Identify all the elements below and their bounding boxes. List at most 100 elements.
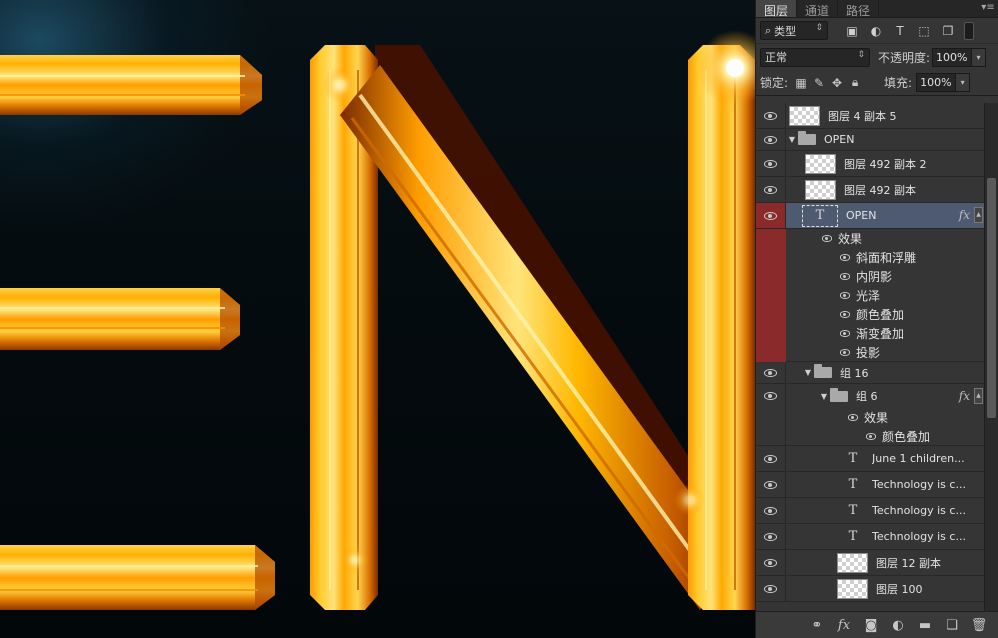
effects-collapse-icon[interactable]: ▲ [974,207,983,223]
eye-icon[interactable] [840,348,850,356]
add-style-fx-icon[interactable]: fx [834,616,854,634]
opacity-input[interactable]: 100% [932,47,973,67]
text-layer-row-selected[interactable]: T OPEN fx ▲ [756,203,984,229]
add-mask-icon[interactable]: ◙ [861,616,881,634]
scrollbar-thumb[interactable] [987,178,996,418]
fill-input[interactable]: 100% [916,73,957,92]
layer-thumbnail [789,105,820,126]
eye-icon [764,480,777,489]
visibility-toggle[interactable] [756,576,786,601]
filter-kind-select[interactable]: ⌕ 类型 ⇕ [760,21,828,40]
opacity-dropdown-icon[interactable]: ▾ [972,47,987,67]
fx-icon[interactable]: fx [959,208,970,222]
effects-collapse-icon[interactable]: ▲ [974,388,983,404]
lock-all-icon[interactable]: 🔒︎ [846,74,864,92]
fx-icon[interactable]: fx [959,389,970,403]
layer-name: Technology is c... [872,478,966,491]
opacity-label: 不透明度: [878,50,931,65]
visibility-toggle[interactable] [756,446,786,471]
layer-row[interactable]: 图层 12 副本 [756,550,984,576]
effect-item[interactable]: 光泽 [756,286,984,305]
tab-paths[interactable]: 路径 [838,0,880,18]
visibility-toggle[interactable] [756,384,786,408]
layer-row[interactable]: 图层 492 副本 2 [756,151,984,177]
eye-icon[interactable] [840,273,850,280]
lock-pixels-icon[interactable]: ✎ [810,74,828,92]
visibility-toggle[interactable] [756,177,786,202]
eye-icon[interactable] [822,235,832,242]
trash-icon[interactable]: 🗑︎ [969,616,989,634]
type-filter-icon[interactable]: T [890,22,910,40]
visibility-toggle[interactable] [756,151,786,176]
group-row[interactable]: ▼ 组 16 [756,362,984,384]
canvas-artwork [0,30,755,610]
text-layer-row[interactable]: T Technology is c... [756,498,984,524]
layer-name: OPEN [846,209,877,222]
expand-triangle-icon[interactable]: ▼ [818,392,830,401]
new-layer-icon[interactable]: ❏ [942,616,962,634]
layer-thumbnail [805,153,836,174]
fill-dropdown-icon[interactable]: ▾ [956,73,971,92]
eye-icon[interactable] [866,432,876,440]
effects-header-label: 效果 [864,411,889,425]
tab-channels[interactable]: 通道 [797,0,839,18]
visibility-toggle[interactable] [756,550,786,575]
visibility-toggle[interactable] [756,103,786,128]
text-layer-row[interactable]: T June 1 children... [756,446,984,472]
blend-mode-value: 正常 [765,51,787,64]
layer-name: OPEN [824,133,855,146]
eye-icon[interactable] [840,254,850,261]
effects-header[interactable]: 效果 [756,408,984,427]
smart-object-filter-icon[interactable]: ❐ [938,22,958,40]
lock-position-icon[interactable]: ✥ [828,74,846,92]
panel-menu-icon[interactable]: ▾≡ [978,0,998,17]
visibility-toggle[interactable] [756,498,786,523]
link-layers-icon[interactable]: ⚭ [807,616,827,634]
eye-icon [764,111,777,120]
tab-layers[interactable]: 图层 [756,0,798,18]
visibility-toggle[interactable] [756,203,786,228]
group-row[interactable]: ▼ 组 6 fx ▲ [756,384,984,408]
layer-list-scrollbar[interactable] [984,103,998,611]
lock-transparency-icon[interactable]: ▦ [792,74,810,92]
filter-toggle-switch[interactable] [964,21,974,40]
text-layer-icon: T [848,477,858,492]
shape-filter-icon[interactable]: ⬚ [914,22,934,40]
fill-label: 填充: [884,76,913,90]
layer-row[interactable]: 图层 492 副本 [756,177,984,203]
visibility-toggle[interactable] [756,472,786,497]
effect-item[interactable]: 投影 [756,343,984,362]
effects-list-open: 效果 斜面和浮雕 内阴影 光泽 颜色叠加 渐变叠加 投影 [756,229,984,362]
eye-icon[interactable] [848,414,858,421]
layer-row[interactable]: 图层 100 [756,576,984,602]
document-canvas[interactable] [0,0,755,638]
expand-triangle-icon[interactable]: ▼ [802,368,814,377]
visibility-toggle[interactable] [756,524,786,549]
effect-item[interactable]: 颜色叠加 [756,305,984,324]
visibility-toggle[interactable] [756,129,786,150]
effect-item[interactable]: 内阴影 [756,267,984,286]
layer-name: 组 16 [840,366,869,380]
eye-icon[interactable] [840,311,850,318]
effect-item[interactable]: 颜色叠加 [756,427,984,446]
expand-triangle-icon[interactable]: ▼ [786,135,798,144]
text-layer-icon: T [848,451,858,466]
text-layer-row[interactable]: T Technology is c... [756,472,984,498]
effect-item[interactable]: 渐变叠加 [756,324,984,343]
adjustment-filter-icon[interactable]: ◐ [866,22,886,40]
text-layer-row[interactable]: T Technology is c... [756,524,984,550]
eye-icon [764,532,777,541]
effect-item[interactable]: 斜面和浮雕 [756,248,984,267]
layer-row[interactable]: 图层 4 副本 5 [756,103,984,129]
effects-header[interactable]: 效果 [756,229,984,248]
visibility-toggle[interactable] [756,362,786,383]
text-layer-icon: T [802,204,838,227]
eye-icon[interactable] [840,330,850,337]
new-group-folder-icon[interactable]: ▬ [915,616,935,634]
pixel-filter-icon[interactable]: ▣ [842,22,862,40]
blend-mode-select[interactable]: 正常 ⇕ [760,47,870,67]
eye-icon [764,506,777,515]
adjustment-layer-icon[interactable]: ◐ [888,616,908,634]
eye-icon[interactable] [840,292,850,299]
group-row[interactable]: ▼ OPEN [756,129,984,151]
